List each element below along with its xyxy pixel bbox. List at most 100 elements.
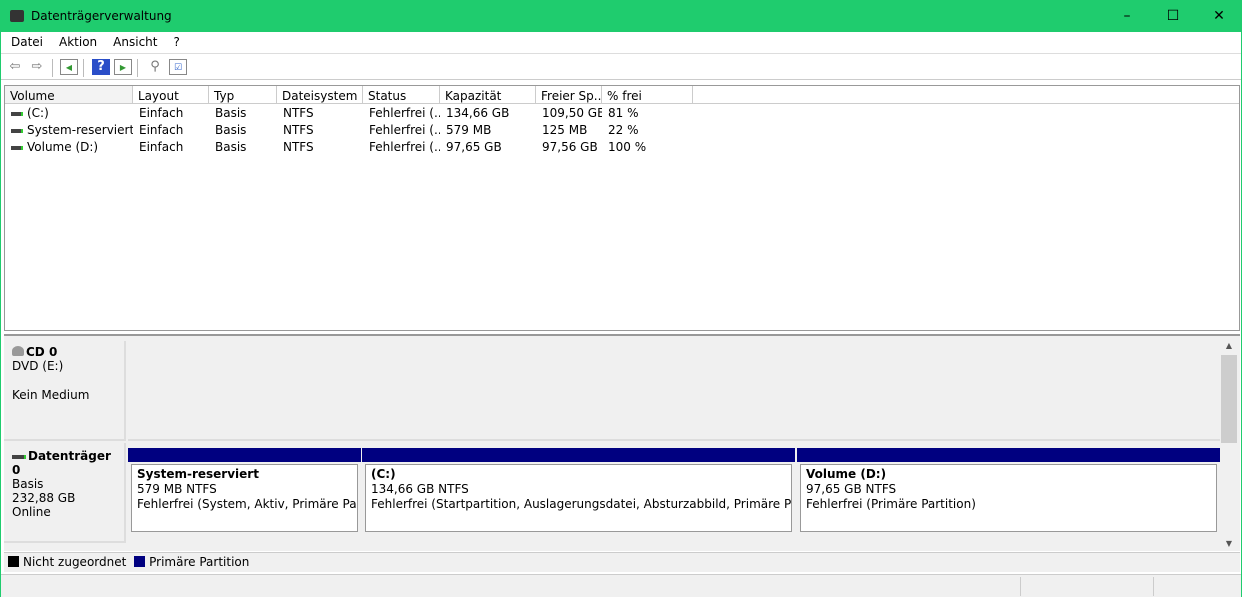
menu-ansicht[interactable]: Ansicht [105, 32, 165, 49]
partition[interactable]: System-reserviert 579 MB NTFS Fehlerfrei (… [128, 448, 361, 532]
table-cell: Einfach [133, 123, 209, 140]
cell-text: System-reserviert [27, 123, 133, 137]
col-kapazitaet[interactable]: Kapazität [440, 86, 536, 104]
partition[interactable]: Volume (D:) 97,65 GB NTFS Fehlerfrei (Prim… [797, 448, 1220, 532]
legend-swatch-unallocated [8, 556, 19, 567]
volume-drive-icon [11, 128, 23, 133]
window-title: Datenträgerverwaltung [31, 9, 172, 23]
volume-list: Volume Layout Typ Dateisystem Status Kap… [4, 85, 1240, 331]
table-cell: 22 % [602, 123, 695, 140]
cell-text: NTFS [283, 140, 314, 154]
col-filler [693, 86, 1239, 104]
table-row[interactable]: System-reserviert [5, 123, 133, 140]
table-cell: Basis [209, 123, 277, 140]
partition-status: Fehlerfrei (System, Aktiv, Primäre Parti… [137, 497, 357, 511]
table-row[interactable]: (C:) [5, 106, 133, 123]
table-cell: 125 MB [536, 123, 602, 140]
disk0-state: Online [12, 505, 51, 519]
partition-box[interactable]: Volume (D:) 97,65 GB NTFS Fehlerfrei (Prim… [800, 464, 1217, 532]
back-icon[interactable]: ⇦ [6, 59, 24, 75]
cell-text: Basis [215, 123, 247, 137]
cell-text: Volume (D:) [27, 140, 99, 154]
cell-text: Basis [215, 140, 247, 154]
partition-name: (C:) [371, 467, 396, 481]
col-status[interactable]: Status [363, 86, 440, 104]
partition-name: System-reserviert [137, 467, 259, 481]
disk-label-disk0[interactable]: Datenträger 0 Basis 232,88 GB Online [4, 443, 126, 543]
show-hide-console-tree-icon[interactable]: ◀ [60, 59, 78, 75]
menu-datei[interactable]: Datei [3, 32, 51, 49]
cell-text: 100 % [608, 140, 647, 154]
table-cell: Fehlerfrei (... [363, 123, 440, 140]
col-dateisystem[interactable]: Dateisystem [277, 86, 363, 104]
cd-media: Kein Medium [12, 388, 90, 402]
cell-text: 97,65 GB [446, 140, 502, 154]
volume-drive-icon [11, 111, 23, 116]
scroll-up-icon[interactable]: ▲ [1220, 341, 1238, 353]
volume-drive-icon [11, 145, 23, 150]
maximize-button[interactable]: ☐ [1150, 1, 1196, 32]
partition-box[interactable]: System-reserviert 579 MB NTFS Fehlerfrei (… [131, 464, 358, 532]
table-cell: 100 % [602, 140, 695, 157]
partition-type-bar [362, 448, 795, 462]
table-cell: 97,65 GB [440, 140, 536, 157]
table-cell: NTFS [277, 123, 363, 140]
partition-type-bar [128, 448, 361, 462]
cell-text: Fehlerfrei (... [369, 140, 440, 154]
table-cell: NTFS [277, 106, 363, 123]
properties-icon[interactable]: ☑ [169, 59, 187, 75]
menu-help[interactable]: ? [165, 32, 187, 49]
col-volume[interactable]: Volume [5, 86, 133, 104]
table-cell: 81 % [602, 106, 695, 123]
menu-aktion[interactable]: Aktion [51, 32, 105, 49]
menu-bar: Datei Aktion Ansicht? [1, 32, 1241, 54]
show-hide-action-pane-icon[interactable]: ▶ [114, 59, 132, 75]
cell-text: Einfach [139, 123, 184, 137]
col-prozent-frei[interactable]: % frei [602, 86, 693, 104]
cell-text: NTFS [283, 123, 314, 137]
separator [52, 59, 53, 77]
rescan-disks-icon[interactable]: ⚲ [146, 59, 164, 75]
disk-management-icon [10, 10, 24, 22]
partition-size: 579 MB NTFS [137, 482, 217, 496]
scroll-thumb[interactable] [1221, 355, 1237, 443]
partition[interactable]: (C:) 134,66 GB NTFS Fehlerfrei (Startparti… [362, 448, 795, 532]
minimize-button[interactable]: – [1104, 1, 1150, 32]
table-cell: 134,66 GB [440, 106, 536, 123]
vertical-scrollbar[interactable]: ▲ ▼ [1220, 341, 1238, 551]
toolbar: ⇦ ⇨ ◀ ? ▶ ⚲ ☑ [1, 55, 1241, 80]
table-cell: Basis [209, 106, 277, 123]
col-freier-speicher[interactable]: Freier Sp... [536, 86, 602, 104]
col-typ[interactable]: Typ [209, 86, 277, 104]
cell-text: Einfach [139, 106, 184, 120]
disk-label-cd0[interactable]: CD 0 DVD (E:) Kein Medium [4, 341, 126, 441]
cd-name: CD 0 [26, 345, 58, 359]
cd-type: DVD (E:) [12, 359, 64, 373]
legend-primary: Primäre Partition [149, 555, 250, 569]
cell-text: 579 MB [446, 123, 492, 137]
cd-drive-icon [12, 346, 24, 356]
forward-icon[interactable]: ⇨ [28, 59, 46, 75]
cell-text: 22 % [608, 123, 639, 137]
hard-disk-icon [12, 454, 26, 459]
table-cell: Einfach [133, 106, 209, 123]
table-cell: 97,56 GB [536, 140, 602, 157]
partition-box[interactable]: (C:) 134,66 GB NTFS Fehlerfrei (Startparti… [365, 464, 792, 532]
partition-status: Fehlerfrei (Startpartition, Auslagerungs… [371, 497, 792, 511]
separator [137, 59, 138, 77]
close-button[interactable]: ✕ [1196, 1, 1242, 32]
disk0-type: Basis [12, 477, 44, 491]
title-bar: Datenträgerverwaltung – ☐ ✕ [1, 1, 1241, 32]
scroll-down-icon[interactable]: ▼ [1220, 539, 1238, 551]
cell-text: 81 % [608, 106, 639, 120]
cd-area [128, 341, 1220, 441]
partition-size: 97,65 GB NTFS [806, 482, 897, 496]
table-row[interactable]: Volume (D:) [5, 140, 133, 157]
col-layout[interactable]: Layout [133, 86, 209, 104]
partition-size: 134,66 GB NTFS [371, 482, 469, 496]
help-icon[interactable]: ? [92, 59, 110, 75]
cell-text: Basis [215, 106, 247, 120]
table-cell: Basis [209, 140, 277, 157]
cell-text: NTFS [283, 106, 314, 120]
legend-unallocated: Nicht zugeordnet [23, 555, 127, 569]
